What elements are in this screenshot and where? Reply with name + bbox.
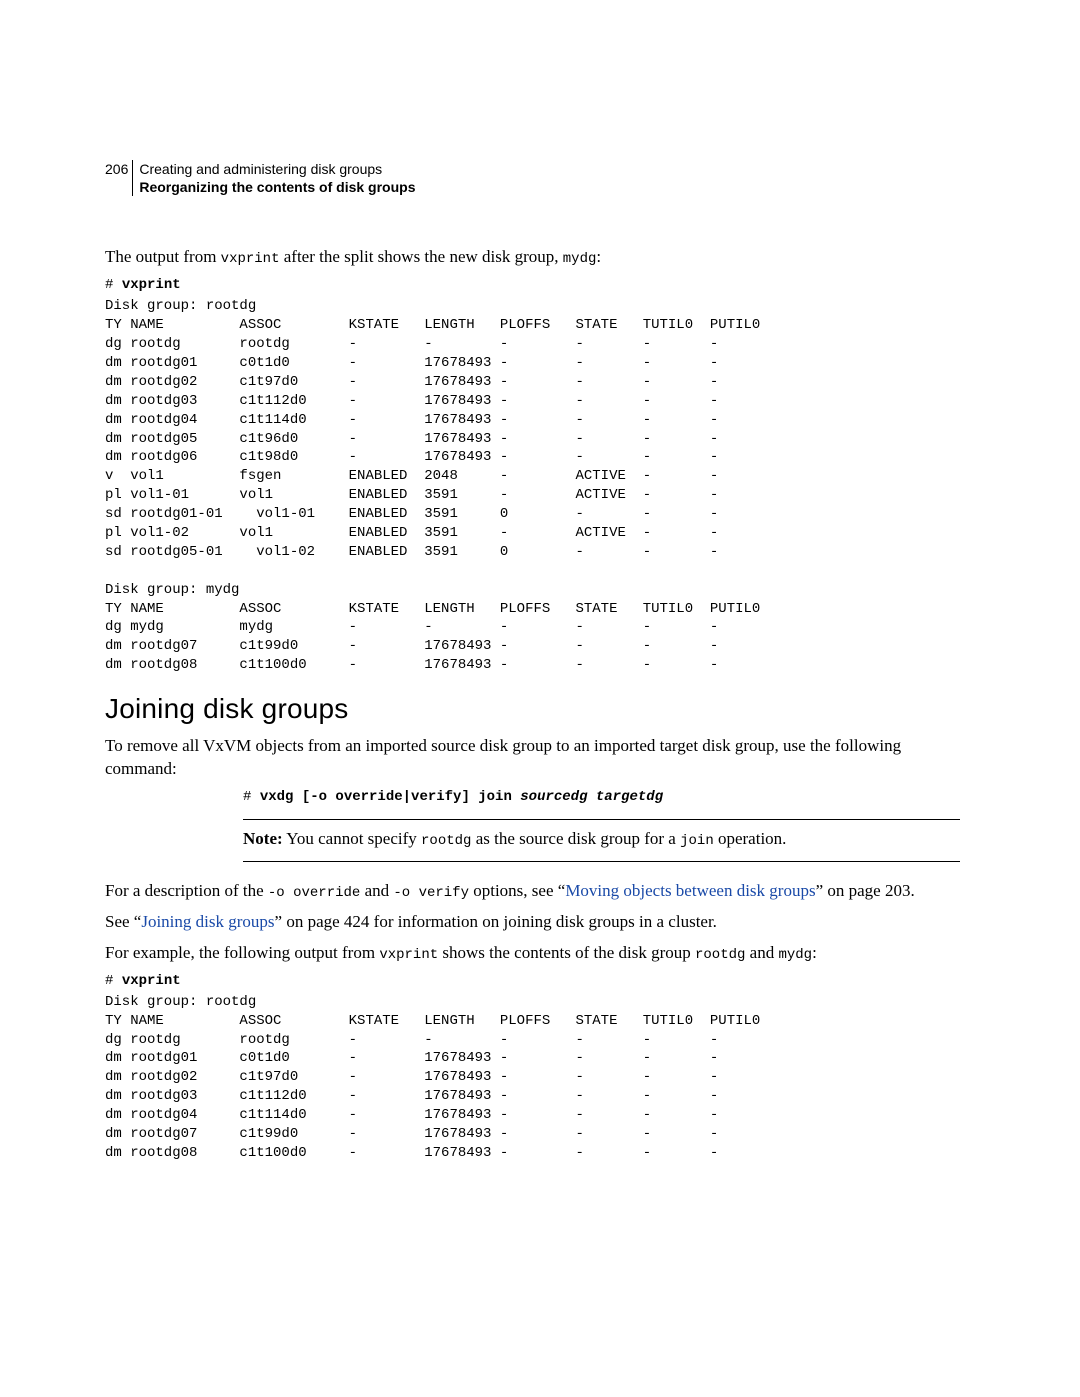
text: and bbox=[360, 881, 393, 900]
vxprint-command-1: # vxprint bbox=[105, 277, 960, 293]
text: ” on page 203. bbox=[816, 881, 915, 900]
prompt: # bbox=[243, 789, 260, 805]
command-args: sourcedg targetdg bbox=[520, 789, 663, 805]
text: You cannot specify bbox=[283, 829, 421, 848]
link-moving-objects[interactable]: Moving objects between disk groups bbox=[565, 881, 815, 900]
text: and bbox=[745, 943, 778, 962]
command-text: vxprint bbox=[122, 277, 181, 293]
section-heading-joining: Joining disk groups bbox=[105, 693, 960, 725]
header-titles: Creating and administering disk groups R… bbox=[132, 160, 415, 196]
text: after the split shows the new disk group… bbox=[279, 247, 562, 266]
text: : bbox=[812, 943, 817, 962]
page: 206 Creating and administering disk grou… bbox=[0, 0, 1080, 1397]
prompt: # bbox=[105, 973, 122, 989]
text: as the source disk group for a bbox=[471, 829, 680, 848]
header-title: Creating and administering disk groups bbox=[139, 160, 415, 178]
command-text: vxprint bbox=[122, 973, 181, 989]
join-command: # vxdg [-o override|verify] join sourced… bbox=[243, 789, 960, 805]
text: ” on page 424 for information on joining… bbox=[275, 912, 717, 931]
vxprint-command-2: # vxprint bbox=[105, 973, 960, 989]
inline-code: vxprint bbox=[221, 251, 280, 267]
description-paragraph: For a description of the -o override and… bbox=[105, 880, 960, 903]
see-paragraph: See “Joining disk groups” on page 424 fo… bbox=[105, 911, 960, 934]
inline-code: rootdg bbox=[421, 833, 471, 849]
text: : bbox=[596, 247, 601, 266]
vxprint-output-2: Disk group: rootdg TY NAME ASSOC KSTATE … bbox=[105, 993, 960, 1163]
page-number: 206 bbox=[105, 160, 132, 196]
text: The output from bbox=[105, 247, 221, 266]
text: options, see “ bbox=[469, 881, 565, 900]
header-subtitle: Reorganizing the contents of disk groups bbox=[139, 178, 415, 196]
text: shows the contents of the disk group bbox=[438, 943, 695, 962]
vxprint-output-1: Disk group: rootdg TY NAME ASSOC KSTATE … bbox=[105, 297, 960, 675]
text: For a description of the bbox=[105, 881, 268, 900]
page-header: 206 Creating and administering disk grou… bbox=[105, 160, 960, 196]
inline-code: vxprint bbox=[379, 947, 438, 963]
inline-code: join bbox=[680, 833, 714, 849]
command-text: vxdg [-o override|verify] join bbox=[260, 789, 520, 805]
inline-code: -o verify bbox=[393, 885, 469, 901]
inline-code: rootdg bbox=[695, 947, 745, 963]
prompt: # bbox=[105, 277, 122, 293]
text: For example, the following output from bbox=[105, 943, 379, 962]
text: operation. bbox=[714, 829, 787, 848]
note-box: Note: You cannot specify rootdg as the s… bbox=[243, 819, 960, 862]
link-joining-disk-groups[interactable]: Joining disk groups bbox=[141, 912, 274, 931]
example-paragraph: For example, the following output from v… bbox=[105, 942, 960, 965]
text: See “ bbox=[105, 912, 141, 931]
inline-code: mydg bbox=[563, 251, 597, 267]
inline-code: mydg bbox=[778, 947, 812, 963]
note-label: Note: bbox=[243, 829, 283, 848]
join-paragraph: To remove all VxVM objects from an impor… bbox=[105, 735, 960, 781]
inline-code: -o override bbox=[268, 885, 360, 901]
intro-paragraph-1: The output from vxprint after the split … bbox=[105, 246, 960, 269]
